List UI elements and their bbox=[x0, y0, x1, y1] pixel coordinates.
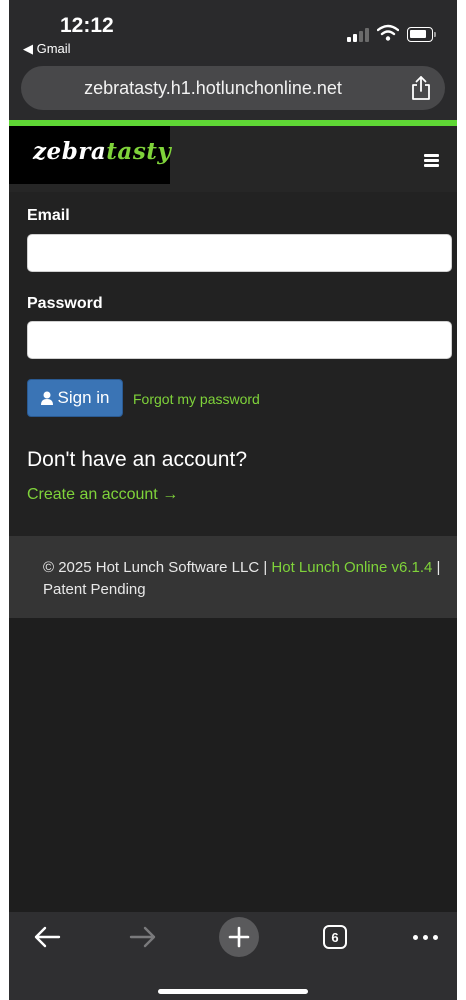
logo-text-part1: zebra bbox=[33, 138, 107, 165]
footer-text: © 2025 Hot Lunch Software LLC | Hot Lunc… bbox=[43, 557, 443, 601]
create-account-link[interactable]: Create an account → bbox=[27, 486, 178, 504]
tabs-button[interactable]: 6 bbox=[310, 912, 360, 962]
logo-text: zebratasty bbox=[33, 138, 171, 165]
status-bar: 12:12 ◀ Gmail bbox=[9, 0, 457, 62]
tabs-icon: 6 bbox=[323, 925, 347, 949]
share-icon[interactable] bbox=[409, 75, 433, 101]
address-bar[interactable]: zebratasty.h1.hotlunchonline.net bbox=[21, 66, 445, 110]
email-label: Email bbox=[27, 207, 70, 224]
browser-window: 12:12 ◀ Gmail zebratasty.h1.hotlunchonli… bbox=[9, 0, 457, 1000]
battery-tip bbox=[434, 32, 436, 37]
status-time: 12:12 bbox=[60, 14, 114, 37]
back-arrow-icon bbox=[34, 926, 61, 948]
more-icon bbox=[412, 934, 438, 940]
user-icon bbox=[40, 391, 53, 405]
forward-arrow-icon bbox=[129, 926, 156, 948]
browser-toolbar: 6 bbox=[9, 912, 457, 1000]
url-text[interactable]: zebratasty.h1.hotlunchonline.net bbox=[21, 66, 405, 110]
back-button[interactable] bbox=[22, 912, 72, 962]
product-version-link[interactable]: Hot Lunch Online v6.1.4 bbox=[271, 559, 432, 576]
footer-copyright: © 2025 Hot Lunch Software LLC | bbox=[43, 559, 272, 576]
cellular-signal-icon bbox=[347, 28, 369, 42]
page-empty-area bbox=[9, 618, 457, 912]
password-label: Password bbox=[27, 295, 103, 312]
more-button[interactable] bbox=[400, 912, 450, 962]
sign-in-button[interactable]: Sign in bbox=[27, 379, 123, 417]
home-indicator[interactable] bbox=[158, 989, 308, 994]
wifi-icon bbox=[377, 24, 399, 41]
no-account-heading: Don't have an account? bbox=[27, 448, 247, 471]
forward-button[interactable] bbox=[118, 912, 168, 962]
site-logo[interactable]: zebratasty bbox=[9, 126, 171, 184]
new-tab-plus-icon bbox=[219, 917, 259, 957]
browser-address-area: zebratasty.h1.hotlunchonline.net bbox=[9, 62, 457, 120]
back-to-app-link[interactable]: ◀ Gmail bbox=[23, 41, 71, 57]
hamburger-menu-icon[interactable] bbox=[424, 154, 439, 167]
sign-in-label: Sign in bbox=[57, 388, 110, 407]
password-field[interactable] bbox=[27, 321, 452, 359]
site-header: zebratasty bbox=[9, 126, 457, 192]
logo-text-part2: tasty bbox=[106, 138, 172, 165]
forgot-password-link[interactable]: Forgot my password bbox=[133, 391, 260, 407]
battery-icon bbox=[407, 27, 433, 42]
tab-count: 6 bbox=[331, 929, 339, 945]
login-form: Email Password Sign in Forgot my passwor… bbox=[9, 192, 457, 536]
new-tab-button[interactable] bbox=[214, 912, 264, 962]
email-field[interactable] bbox=[27, 234, 452, 272]
site-footer: © 2025 Hot Lunch Software LLC | Hot Lunc… bbox=[9, 536, 457, 618]
